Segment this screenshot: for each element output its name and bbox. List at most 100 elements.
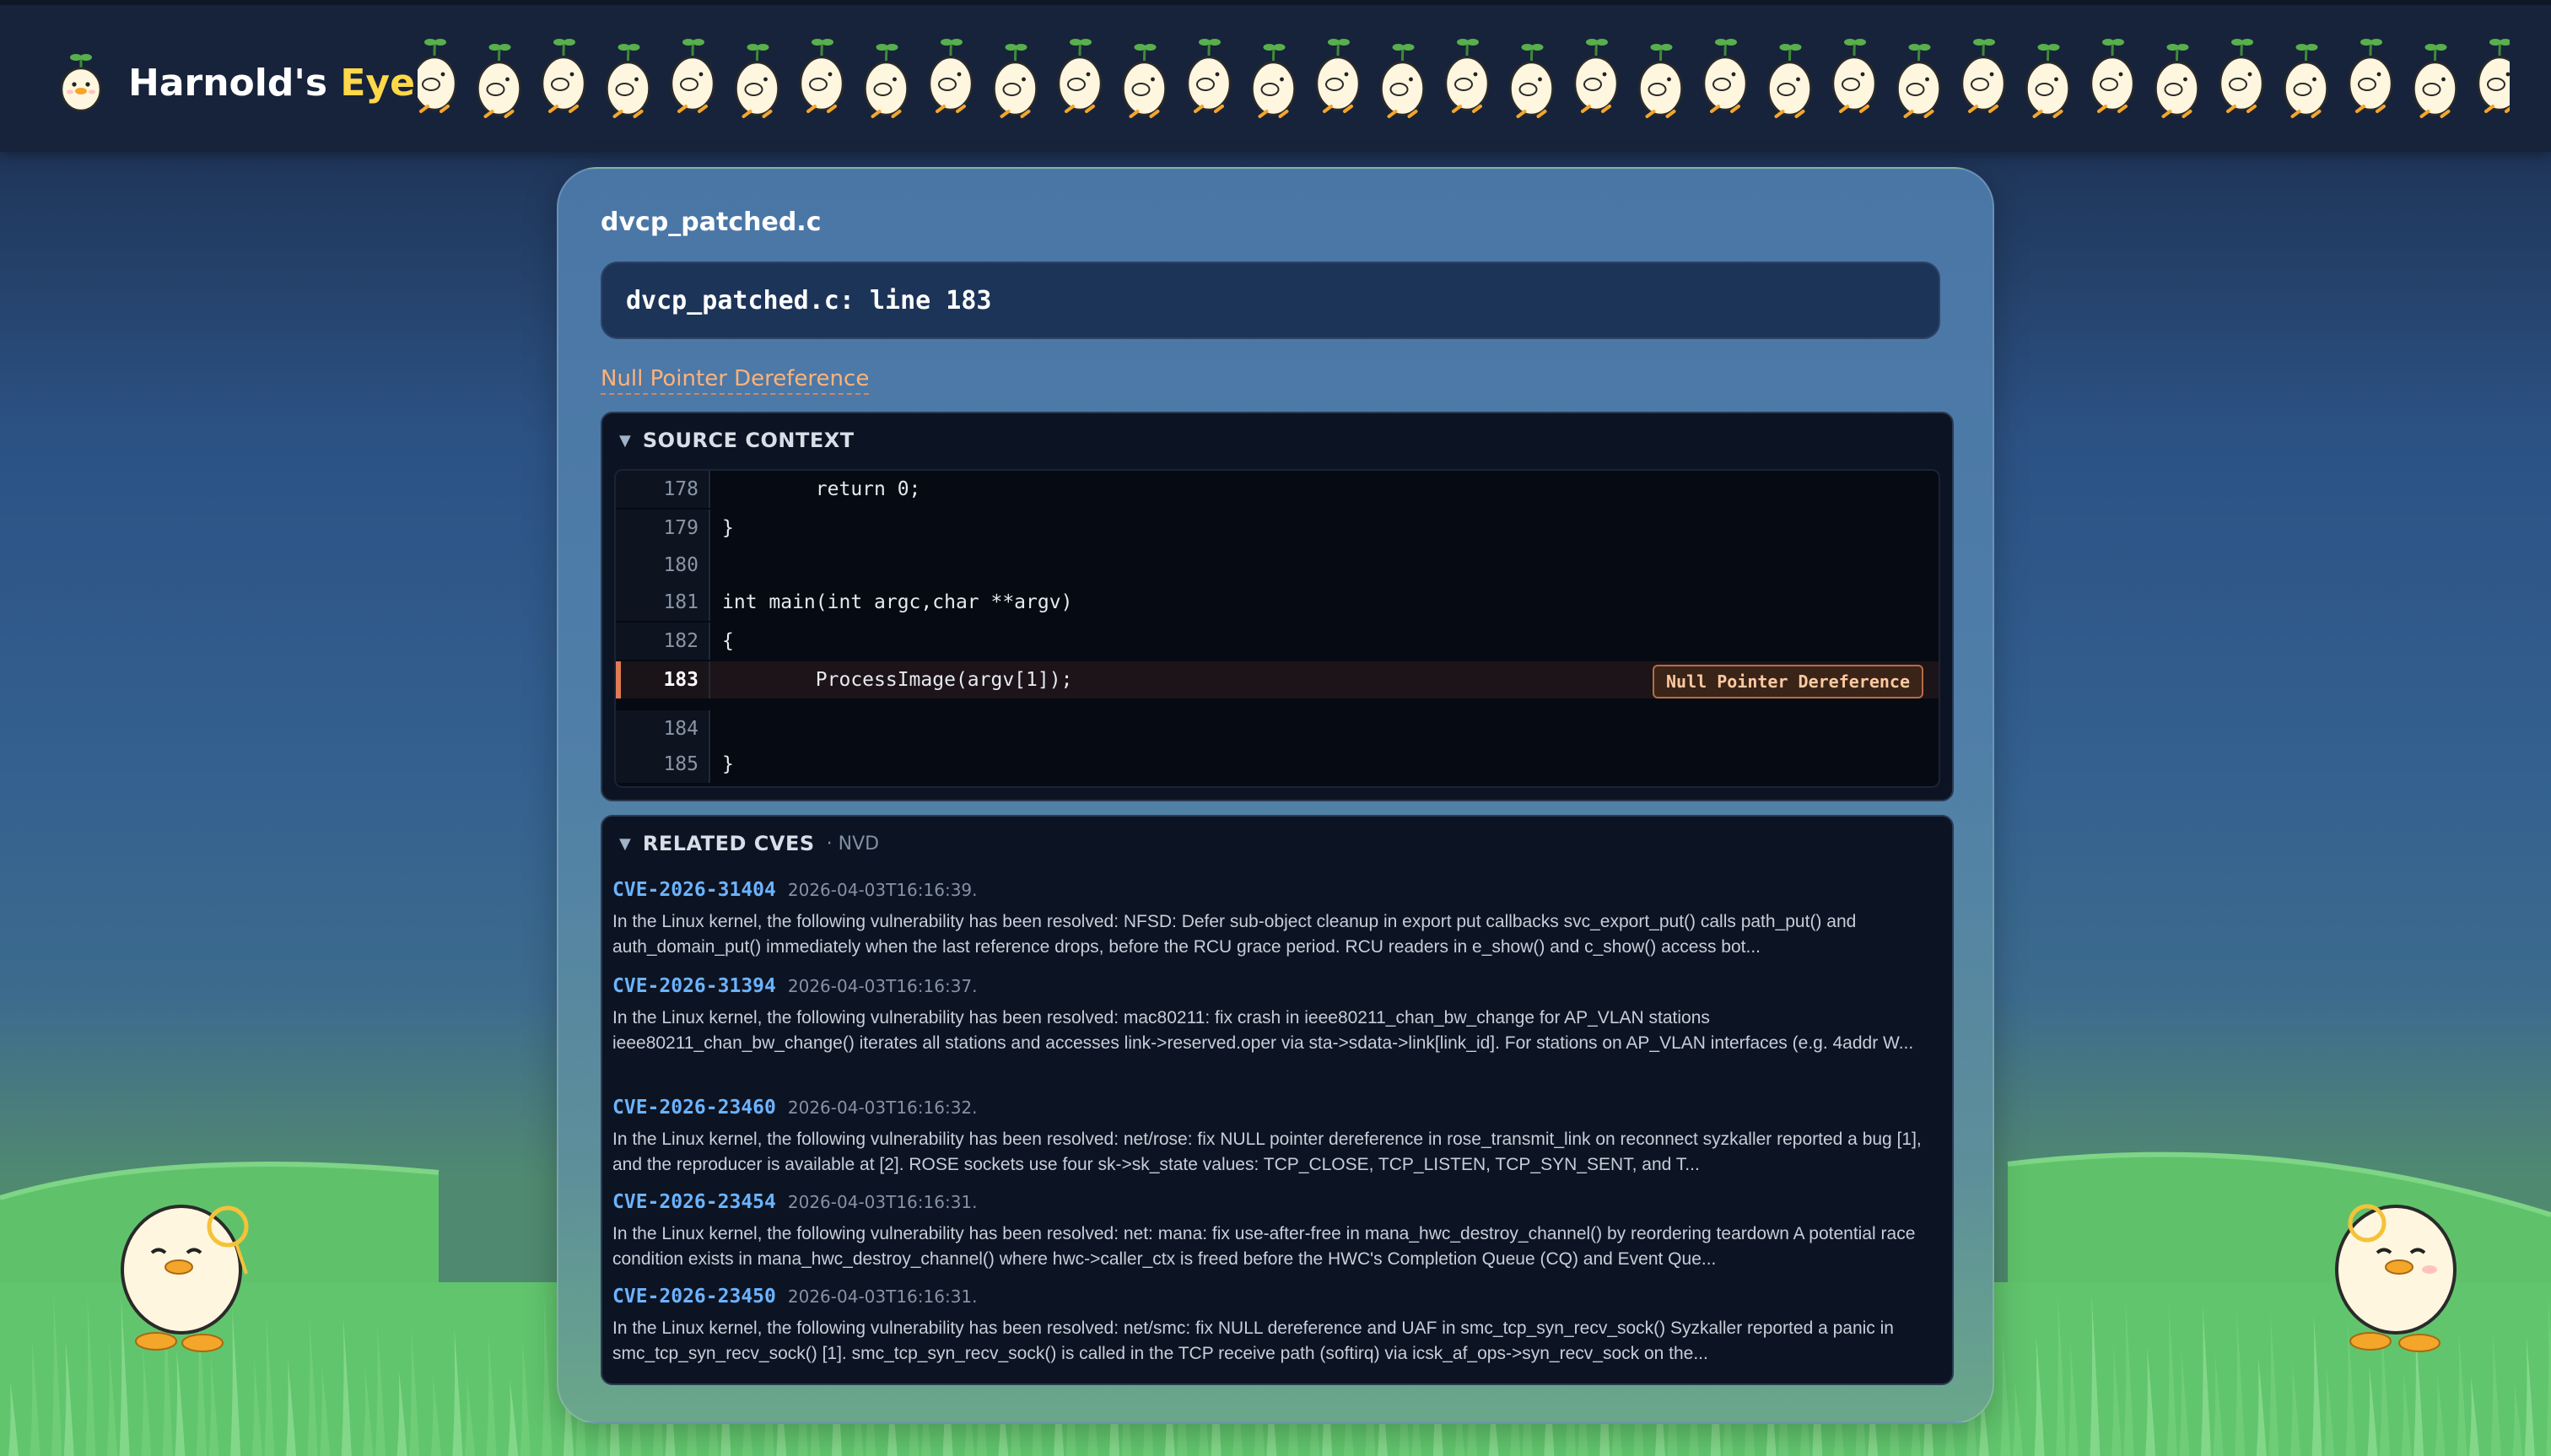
duck-icon <box>477 44 521 118</box>
code-text: return 0; <box>722 478 921 500</box>
code-line: 179 } <box>616 510 1939 547</box>
code-text: } <box>722 753 734 775</box>
duck-icon <box>1444 39 1490 113</box>
cve-id-link[interactable]: CVE-2026-23450 <box>612 1286 776 1308</box>
cve-id-link[interactable]: CVE-2026-23454 <box>612 1191 776 1213</box>
line-number: 178 <box>616 471 710 508</box>
cve-date: 2026-04-03T16:16:37. <box>787 976 978 996</box>
duck-icon <box>2219 39 2264 113</box>
line-number: 180 <box>616 547 710 584</box>
duck-icon <box>1186 39 1232 113</box>
code-line: 180 <box>616 547 1939 584</box>
duck-parade-graphic <box>418 39 2510 118</box>
related-cves-source: · NVD <box>826 833 880 855</box>
code-line: 184 <box>616 710 1939 747</box>
highlighted-code-line: 183 ProcessImage(argv[1]); Null Pointer … <box>616 661 1939 698</box>
duck-icon <box>1122 44 1167 118</box>
duck-icon <box>1315 39 1361 113</box>
code-text: { <box>722 630 734 652</box>
duck-icon <box>1638 44 1683 118</box>
cve-date: 2026-04-03T16:16:31. <box>787 1192 978 1212</box>
chevron-down-icon: ▼ <box>619 431 631 450</box>
duck-icon <box>1960 39 2006 113</box>
duck-sprout-icon <box>60 54 102 112</box>
cve-item: CVE-2026-23450 2026-04-03T16:16:31. In t… <box>612 1286 1942 1367</box>
duck-icon <box>1831 39 1877 113</box>
code-line: 178 return 0; <box>616 471 1939 508</box>
duck-icon <box>1509 44 1554 118</box>
duck-icon <box>541 39 586 113</box>
location-box: dvcp_patched.c: line 183 <box>601 262 1940 339</box>
duck-icon <box>1896 44 1941 118</box>
duck-icon <box>1251 44 1296 118</box>
line-number: 183 <box>616 661 710 698</box>
duck-icon <box>2348 39 2393 113</box>
code-line: 181 int main(int argc,char **argv) <box>616 584 1939 621</box>
code-text: } <box>722 517 734 539</box>
duck-icon <box>1573 39 1619 113</box>
duck-icon <box>993 44 1038 118</box>
cve-item: CVE-2026-23454 2026-04-03T16:16:31. In t… <box>612 1191 1942 1272</box>
duck-icon <box>1767 44 1812 118</box>
duck-icon <box>799 39 844 113</box>
duck-icon <box>928 39 973 113</box>
cve-id-link[interactable]: CVE-2026-31404 <box>612 879 776 901</box>
cve-date: 2026-04-03T16:16:39. <box>787 880 978 900</box>
cve-date: 2026-04-03T16:16:31. <box>787 1286 978 1307</box>
duck-icon <box>2155 44 2199 118</box>
cve-description: In the Linux kernel, the following vulne… <box>612 912 1857 957</box>
cve-id-link[interactable]: CVE-2026-23460 <box>612 1097 776 1119</box>
location-text: dvcp_patched.c: line 183 <box>626 285 992 315</box>
top-bar: Harnold's Eye <box>0 0 2551 152</box>
code-line: 182 { <box>616 623 1939 660</box>
duck-icon <box>2413 44 2457 118</box>
duck-icon <box>670 39 715 113</box>
line-number: 185 <box>616 746 710 783</box>
cve-item: CVE-2026-23460 2026-04-03T16:16:32. In t… <box>612 1097 1942 1178</box>
cve-description: In the Linux kernel, the following vulne… <box>612 1130 1922 1174</box>
brand-name: Harnold's Eye <box>128 62 415 105</box>
cve-date: 2026-04-03T16:16:32. <box>787 1097 978 1118</box>
code-text: int main(int argc,char **argv) <box>722 591 1073 613</box>
duck-icon <box>418 39 457 113</box>
cve-id-link[interactable]: CVE-2026-31394 <box>612 975 776 997</box>
duck-icon <box>2477 39 2510 113</box>
source-context-panel: ▼ SOURCE CONTEXT 178 return 0; 179 } 180… <box>601 412 1954 801</box>
cve-item: CVE-2026-31394 2026-04-03T16:16:37. In t… <box>612 975 1942 1056</box>
brand-name-accent: Eye <box>340 61 415 105</box>
duck-icon <box>606 44 650 118</box>
code-line: 185 } <box>616 746 1939 783</box>
brand-name-main: Harnold's <box>128 61 328 105</box>
vulnerability-badge: Null Pointer Dereference <box>1653 665 1923 698</box>
cve-description: In the Linux kernel, the following vulne… <box>612 1224 1916 1269</box>
related-cves-title: RELATED CVES <box>642 832 815 855</box>
duck-monocle-mascot-icon <box>121 1205 249 1352</box>
code-text: ProcessImage(argv[1]); <box>722 669 1073 691</box>
duck-icon <box>1702 39 1748 113</box>
line-number: 184 <box>616 710 710 747</box>
source-context-toggle[interactable]: ▼ SOURCE CONTEXT <box>619 413 855 467</box>
cve-item: CVE-2026-31404 2026-04-03T16:16:39. In t… <box>612 879 1942 960</box>
duck-icon <box>864 44 909 118</box>
chevron-down-icon: ▼ <box>619 834 631 853</box>
line-number: 179 <box>616 510 710 547</box>
line-number: 182 <box>616 623 710 660</box>
code-viewer: 178 return 0; 179 } 180 181 int main(int… <box>614 469 1940 788</box>
related-cves-panel: ▼ RELATED CVES · NVD CVE-2026-31404 2026… <box>601 815 1954 1385</box>
duck-icon <box>2284 44 2328 118</box>
line-number: 181 <box>616 584 710 621</box>
duck-icon <box>1380 44 1425 118</box>
duck-icon <box>735 44 779 118</box>
cve-description: In the Linux kernel, the following vulne… <box>612 1318 1894 1363</box>
cve-description: In the Linux kernel, the following vulne… <box>612 1008 1914 1053</box>
duck-icon <box>2090 39 2135 113</box>
duck-icon <box>2025 44 2070 118</box>
duck-parade-banner <box>418 30 2510 132</box>
duck-monocle-mascot-icon <box>2335 1204 2457 1352</box>
duck-icon <box>1057 39 1103 113</box>
vulnerability-type-link[interactable]: Null Pointer Dereference <box>601 366 870 395</box>
brand[interactable]: Harnold's Eye <box>56 49 415 116</box>
file-title: dvcp_patched.c <box>601 208 822 237</box>
related-cves-toggle[interactable]: ▼ RELATED CVES · NVD <box>619 817 879 871</box>
finding-card: dvcp_patched.c dvcp_patched.c: line 183 … <box>557 167 1994 1424</box>
